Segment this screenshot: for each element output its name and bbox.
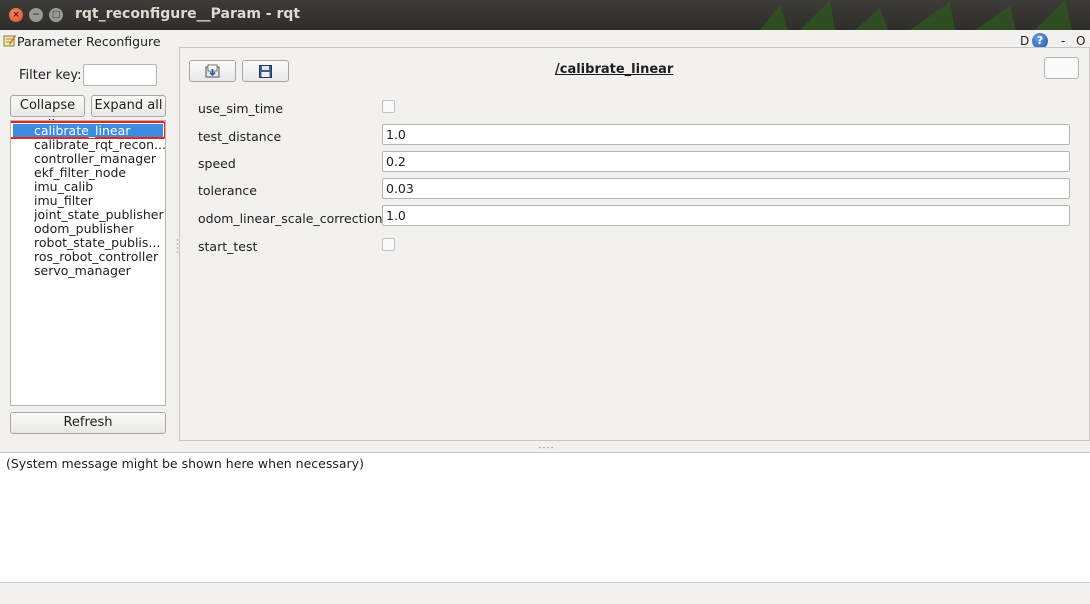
system-message-text: (System message might be shown here when… <box>6 456 364 471</box>
collapse-all-button[interactable]: Collapse all <box>10 95 85 133</box>
system-message-console: (System message might be shown here when… <box>0 452 1090 582</box>
param-field-speed[interactable]: 0.2 <box>382 151 1070 172</box>
save-disk-icon <box>259 65 272 78</box>
save-button[interactable] <box>242 60 289 82</box>
param-field-test-distance[interactable]: 1.0 <box>382 124 1070 145</box>
node-item-controller-manager[interactable]: controller_manager <box>34 152 156 166</box>
filter-key-input[interactable] <box>83 64 157 86</box>
param-label-start-test: start_test <box>198 239 258 254</box>
window-minimize-button[interactable]: − <box>29 8 43 22</box>
load-button[interactable] <box>189 60 236 82</box>
param-label-tolerance: tolerance <box>198 183 257 198</box>
filter-key-label: Filter key: <box>19 68 82 83</box>
horizontal-splitter-handle[interactable] <box>537 446 555 449</box>
refresh-button[interactable]: Refresh <box>10 412 166 434</box>
window-maximize-button[interactable]: □ <box>49 8 63 22</box>
window-title: rqt_reconfigure__Param - rqt <box>75 6 301 22</box>
plugin-title: Parameter Reconfigure <box>17 34 161 49</box>
param-checkbox-start-test[interactable] <box>382 238 395 251</box>
node-item-calibrate-linear[interactable]: calibrate_linear <box>34 124 130 138</box>
param-label-use-sim-time: use_sim_time <box>198 101 284 116</box>
node-tree[interactable]: calibrate_linear calibrate_rqt_recon... … <box>10 120 166 406</box>
window-close-button[interactable]: × <box>9 8 23 22</box>
node-item-robot-state-publisher[interactable]: robot_state_publis... <box>34 236 160 250</box>
param-field-odom-linear-scale-correction[interactable]: 1.0 <box>382 205 1070 226</box>
desktop-background <box>760 0 1072 30</box>
minimize-plugin-button[interactable]: - <box>1061 34 1065 48</box>
parameter-panel: /calibrate_linear use_sim_time test_dist… <box>179 47 1090 441</box>
param-field-tolerance[interactable]: 0.03 <box>382 178 1070 199</box>
param-checkbox-use-sim-time[interactable] <box>382 100 395 113</box>
node-item-ros-robot-controller[interactable]: ros_robot_controller <box>34 250 158 264</box>
node-item-odom-publisher[interactable]: odom_publisher <box>34 222 134 236</box>
node-item-imu-filter[interactable]: imu_filter <box>34 194 93 208</box>
node-title: /calibrate_linear <box>555 62 674 77</box>
expand-all-button[interactable]: Expand all <box>91 95 166 117</box>
close-node-button[interactable] <box>1044 57 1079 79</box>
status-bar <box>0 582 1090 604</box>
node-item-servo-manager[interactable]: servo_manager <box>34 264 131 278</box>
main-area: Filter key: Collapse all Expand all cali… <box>0 47 1090 452</box>
node-item-ekf-filter-node[interactable]: ekf_filter_node <box>34 166 126 180</box>
load-file-icon <box>205 64 220 78</box>
node-item-calibrate-rqt-reconfigure[interactable]: calibrate_rqt_recon... <box>34 138 165 152</box>
node-item-imu-calib[interactable]: imu_calib <box>34 180 93 194</box>
param-label-speed: speed <box>198 156 236 171</box>
dock-toggle-button[interactable]: D <box>1020 34 1029 48</box>
param-label-odom-linear-scale-correction: odom_linear_scale_correction <box>198 211 383 226</box>
window-titlebar: × − □ rqt_reconfigure__Param - rqt <box>0 0 1090 30</box>
close-plugin-button[interactable]: O <box>1076 34 1085 48</box>
param-label-test-distance: test_distance <box>198 129 282 144</box>
notepad-pencil-icon <box>3 35 16 47</box>
node-item-joint-state-publisher[interactable]: joint_state_publisher <box>34 208 164 222</box>
